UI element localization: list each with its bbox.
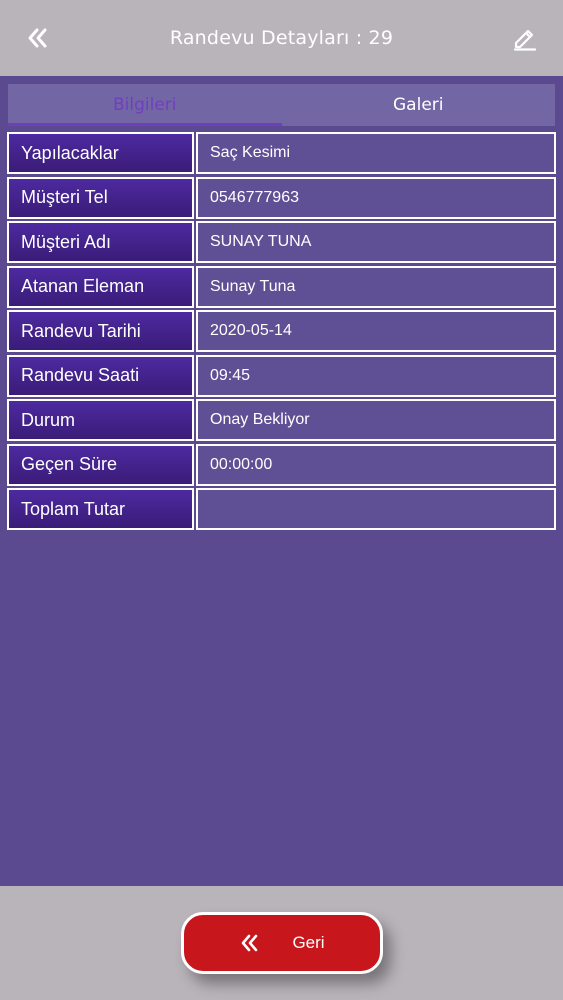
row-label: Geçen Süre <box>7 443 194 486</box>
row-value: 00:00:00 <box>196 443 556 486</box>
row-label: Yapılacaklar <box>7 132 194 174</box>
table-row: Yapılacaklar Saç Kesimi <box>7 131 556 176</box>
table-row: Müşteri Adı SUNAY TUNA <box>7 220 556 265</box>
double-chevron-left-icon <box>240 933 260 957</box>
table-row: Toplam Tutar <box>7 487 556 532</box>
table-row: Durum Onay Bekliyor <box>7 398 556 443</box>
bottom-bar: Geri <box>0 886 563 1000</box>
page-title: Randevu Detayları : 29 <box>169 27 394 49</box>
geri-button-label: Geri <box>292 933 325 952</box>
table-row: Geçen Süre 00:00:00 <box>7 443 556 488</box>
double-chevron-left-icon <box>28 28 47 48</box>
row-value: 0546777963 <box>196 176 556 219</box>
table-row: Atanan Eleman Sunay Tuna <box>7 265 556 310</box>
row-value: Onay Bekliyor <box>196 399 556 441</box>
top-bar: Randevu Detayları : 29 <box>0 0 563 76</box>
row-value <box>196 488 556 530</box>
row-value: Sunay Tuna <box>196 265 556 308</box>
back-icon-button[interactable] <box>22 22 54 54</box>
row-label: Müşteri Adı <box>7 221 194 263</box>
tab-bilgileri[interactable]: Bilgileri <box>8 84 282 126</box>
details-table: Yapılacaklar Saç Kesimi Müşteri Tel 0546… <box>7 131 556 532</box>
row-value: 2020-05-14 <box>196 310 556 352</box>
row-label: Randevu Tarihi <box>7 310 194 352</box>
row-value: SUNAY TUNA <box>196 221 556 263</box>
row-value: 09:45 <box>196 354 556 397</box>
row-label: Randevu Saati <box>7 354 194 397</box>
edit-button[interactable] <box>509 22 541 54</box>
table-row: Randevu Tarihi 2020-05-14 <box>7 309 556 354</box>
table-row: Müşteri Tel 0546777963 <box>7 176 556 221</box>
table-row: Randevu Saati 09:45 <box>7 354 556 399</box>
row-label: Toplam Tutar <box>7 488 194 530</box>
tab-galeri[interactable]: Galeri <box>282 84 556 126</box>
row-label: Durum <box>7 399 194 441</box>
pencil-icon <box>513 29 537 51</box>
row-label: Atanan Eleman <box>7 265 194 308</box>
tab-bar: Bilgileri Galeri <box>8 84 555 126</box>
row-value: Saç Kesimi <box>196 132 556 174</box>
row-label: Müşteri Tel <box>7 176 194 219</box>
geri-button[interactable]: Geri <box>180 912 383 974</box>
